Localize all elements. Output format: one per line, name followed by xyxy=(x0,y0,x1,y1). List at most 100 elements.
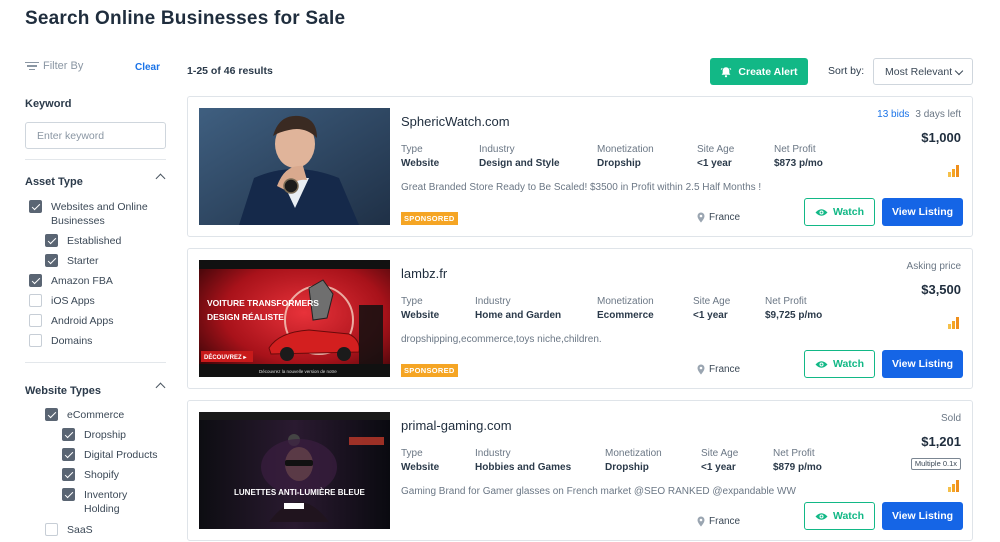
bids-link[interactable]: 13 bids xyxy=(877,109,909,120)
filter-by-toggle[interactable]: Filter By xyxy=(25,60,83,72)
metric-net-profit: Net Profit $879 p/mo xyxy=(773,447,822,475)
asset-type-header[interactable]: Asset Type xyxy=(25,172,166,188)
checkbox-ecommerce[interactable]: eCommerce xyxy=(45,408,124,422)
chevron-up-icon xyxy=(155,173,166,184)
results-count: 1-25 of 46 results xyxy=(187,65,273,77)
sponsored-badge: SPONSORED xyxy=(401,364,458,377)
checkbox-label: Established xyxy=(67,235,122,247)
keyword-label: Keyword xyxy=(25,98,72,110)
location-label: France xyxy=(709,364,741,375)
listing-location: France xyxy=(697,364,740,375)
view-listing-button[interactable]: View Listing xyxy=(882,350,963,378)
watch-label: Watch xyxy=(832,358,865,370)
listing-title[interactable]: SphericWatch.com xyxy=(401,114,510,129)
metric-site-age: Site Age <1 year xyxy=(697,143,734,171)
checkbox-inventory-holding[interactable]: Inventory Holding xyxy=(62,488,142,516)
metric-label: Industry xyxy=(479,144,515,155)
asset-type-label: Asset Type xyxy=(25,176,83,188)
checkbox-established[interactable]: Established xyxy=(45,234,121,248)
signal-bars-icon xyxy=(948,165,960,177)
metric-site-age: Site Age <1 year xyxy=(693,295,730,323)
filter-icon xyxy=(25,61,39,71)
metric-value: Ecommerce xyxy=(597,310,654,321)
listing-title[interactable]: lambz.fr xyxy=(401,266,447,281)
eye-icon xyxy=(815,360,828,368)
checkbox-ios-apps[interactable]: iOS Apps xyxy=(29,294,95,308)
sort-label: Sort by: xyxy=(828,65,865,77)
checkbox-label: Inventory Holding xyxy=(84,489,128,515)
checkbox-shopify[interactable]: Shopify xyxy=(62,468,119,482)
time-left: 3 days left xyxy=(915,109,961,120)
listing-price: $3,500 xyxy=(921,282,961,297)
location-pin-icon xyxy=(697,516,705,527)
listing-status: Sold xyxy=(940,413,961,424)
sponsored-badge: SPONSORED xyxy=(401,212,458,225)
checkbox-digital-products[interactable]: Digital Products xyxy=(62,448,158,462)
checkbox-dropship[interactable]: Dropship xyxy=(62,428,126,442)
checkbox-android-apps[interactable]: Android Apps xyxy=(29,314,113,328)
thumb-caption: Découvrez la nouvelle version de notre xyxy=(259,369,337,374)
listing-thumbnail-image[interactable] xyxy=(199,108,390,225)
checkbox-amazon-fba[interactable]: Amazon FBA xyxy=(29,274,113,288)
chevron-down-icon xyxy=(954,66,964,76)
listing-card: VOITURE TRANSFORMERS DESIGN RÉALISTE DÉC… xyxy=(187,248,973,389)
thumb-headline-2: DESIGN RÉALISTE xyxy=(207,312,284,322)
website-types-label: Website Types xyxy=(25,385,102,397)
checkbox-icon xyxy=(45,254,58,267)
multiple-badge: Multiple 0.1x xyxy=(910,458,961,470)
thumb-headline: LUNETTES ANTI-LUMIÈRE BLEUE xyxy=(234,488,365,497)
view-listing-button[interactable]: View Listing xyxy=(882,198,963,226)
signal-bars-icon xyxy=(948,317,960,329)
checkbox-websites-online-businesses[interactable]: Websites and Online Businesses xyxy=(29,200,166,228)
checkbox-icon xyxy=(45,234,58,247)
checkbox-label: Android Apps xyxy=(51,315,114,327)
view-listing-button[interactable]: View Listing xyxy=(882,502,963,530)
divider xyxy=(25,362,166,363)
clear-filters-link[interactable]: Clear xyxy=(135,62,160,73)
checkbox-icon xyxy=(45,523,58,536)
checkbox-label: Shopify xyxy=(84,469,120,481)
listing-price: $1,201 xyxy=(921,434,961,449)
sort-value: Most Relevant xyxy=(885,65,953,78)
metric-industry: Industry Hobbies and Games xyxy=(475,447,571,475)
checkbox-label: eCommerce xyxy=(67,409,125,421)
metric-label: Monetization xyxy=(597,144,654,155)
listing-thumbnail-image[interactable]: VOITURE TRANSFORMERS DESIGN RÉALISTE DÉC… xyxy=(199,260,390,377)
metric-value: Website xyxy=(401,158,440,169)
listing-title[interactable]: primal-gaming.com xyxy=(401,418,512,433)
keyword-input[interactable] xyxy=(25,122,166,149)
metric-site-age: Site Age <1 year xyxy=(701,447,738,475)
filter-by-label: Filter By xyxy=(43,60,84,72)
checkbox-icon xyxy=(29,314,42,327)
watch-button[interactable]: Watch xyxy=(804,350,875,378)
listing-description: Great Branded Store Ready to Be Scaled! … xyxy=(401,182,762,193)
checkbox-saas[interactable]: SaaS xyxy=(45,523,93,537)
website-types-header[interactable]: Website Types xyxy=(25,381,166,397)
listing-thumbnail-image[interactable]: LUNETTES ANTI-LUMIÈRE BLEUE xyxy=(199,412,390,529)
checkbox-icon xyxy=(45,408,58,421)
watch-button[interactable]: Watch xyxy=(804,198,875,226)
chevron-up-icon xyxy=(155,382,166,393)
metric-label: Type xyxy=(401,448,423,459)
sort-select[interactable]: Most Relevant xyxy=(873,58,973,85)
watch-label: Watch xyxy=(832,510,865,522)
metric-label: Type xyxy=(401,144,423,155)
metric-value: $9,725 p/mo xyxy=(765,310,823,321)
metric-label: Net Profit xyxy=(765,296,807,307)
watch-label: Watch xyxy=(832,206,865,218)
metric-label: Net Profit xyxy=(773,448,815,459)
metric-label: Type xyxy=(401,296,423,307)
metric-industry: Industry Home and Garden xyxy=(475,295,561,323)
location-label: France xyxy=(709,212,741,223)
watch-button[interactable]: Watch xyxy=(804,502,875,530)
thumb-headline-1: VOITURE TRANSFORMERS xyxy=(207,298,319,308)
metric-value: Website xyxy=(401,462,440,473)
metric-value: Dropship xyxy=(605,462,649,473)
create-alert-button[interactable]: Create Alert xyxy=(710,58,808,85)
checkbox-domains[interactable]: Domains xyxy=(29,334,92,348)
checkbox-label: SaaS xyxy=(67,524,93,536)
metric-value: Hobbies and Games xyxy=(475,462,572,473)
metric-type: Type Website xyxy=(401,295,439,323)
metric-value: <1 year xyxy=(693,310,728,321)
checkbox-starter[interactable]: Starter xyxy=(45,254,99,268)
